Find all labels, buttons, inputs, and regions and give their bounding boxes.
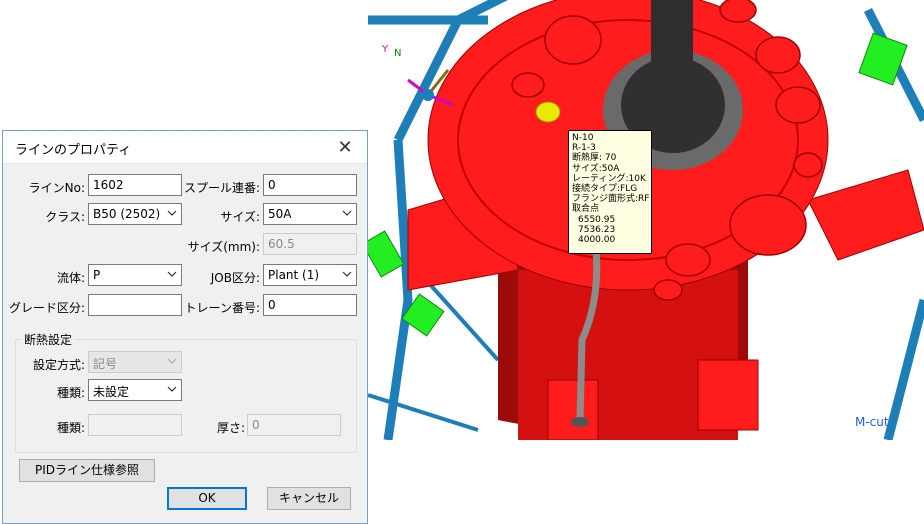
line-properties-dialog: ラインのプロパティ ✕ ラインNo: 1602 スプール連番: 0 クラス: B… [2,130,368,524]
tooltip-coord-z: 4000.00 [578,235,616,246]
tooltip-line: サイズ:50A [572,163,620,174]
axis-n-label: N [394,48,402,59]
class-label: クラス: [45,210,85,224]
method-select-value: 記号 [93,357,118,371]
chevron-down-icon [167,210,177,216]
type2-input [88,414,182,436]
chevron-down-icon [167,386,177,392]
chevron-down-icon [167,358,177,364]
pid-line-spec-button[interactable]: PIDライン仕様参照 [19,459,155,482]
fluid-select-value: P [93,268,101,282]
class-select[interactable]: B50 (2502) [88,203,182,225]
line-no-label: ラインNo: [28,181,85,195]
fluid-select[interactable]: P [88,264,182,286]
axis-y-label: Y [382,44,389,55]
fluid-label: 流体: [56,271,85,285]
job-label: JOB区分: [210,271,260,285]
size-mm-input: 60.5 [263,233,357,255]
type2-label: 種類: [56,421,85,435]
method-select: 記号 [88,351,182,373]
job-select[interactable]: Plant (1) [263,264,357,286]
size-select[interactable]: 50A [263,203,357,225]
line-no-input[interactable]: 1602 [88,174,182,196]
ok-button[interactable]: OK [167,487,247,510]
insulation-type-select[interactable]: 未設定 [88,379,182,401]
close-icon[interactable]: ✕ [323,131,367,163]
tooltip-line: 取合点 [572,204,600,215]
chevron-down-icon [167,271,177,277]
tooltip-coord-y: 7536.23 [578,224,616,235]
size-select-value: 50A [268,207,292,221]
insulation-type-label: 種類: [56,386,85,400]
size-label: サイズ: [220,210,260,224]
tooltip-line: N-10 [572,133,594,143]
tooltip-line: 接続タイプ:FLG [572,184,638,195]
size-mm-label: サイズ(mm): [187,240,260,254]
tooltip-line: R-1-3 [572,143,596,154]
chevron-down-icon [342,271,352,277]
insulation-type-value: 未設定 [93,385,130,399]
grade-label: グレード区分: [8,301,85,315]
grade-input[interactable] [88,294,182,316]
tooltip-line: レーティング:10K [572,173,646,184]
class-select-value: B50 (2502) [93,207,161,221]
train-label: トレーン番号: [184,301,260,315]
spool-input[interactable]: 0 [263,174,357,196]
method-label: 設定方式: [32,358,85,372]
dialog-titlebar[interactable]: ラインのプロパティ ✕ [3,131,367,164]
tooltip-coord-x: 6550.95 [578,214,616,225]
dialog-title: ラインのプロパティ [15,143,132,158]
tooltip-line: 断熱厚: 70 [572,153,617,164]
job-select-value: Plant (1) [268,268,320,282]
thickness-input: 0 [247,414,341,436]
thickness-label: 厚さ: [216,421,245,435]
train-input[interactable]: 0 [263,294,357,316]
insulation-group-title: 断熱設定 [21,331,76,348]
nozzle-tooltip: N-10 R-1-3 断熱厚: 70 サイズ:50A レーティング:10K 接続… [568,130,652,254]
mcut-label: M-cut [855,415,889,429]
cancel-button[interactable]: キャンセル [267,487,351,510]
chevron-down-icon [342,210,352,216]
3d-viewport[interactable]: Y N N-10 R-1-3 断熱厚: 70 サイズ:50A レーティング:10… [368,0,924,440]
spool-label: スプール連番: [183,181,260,195]
tooltip-line: フランジ面形式:RF [572,194,650,205]
